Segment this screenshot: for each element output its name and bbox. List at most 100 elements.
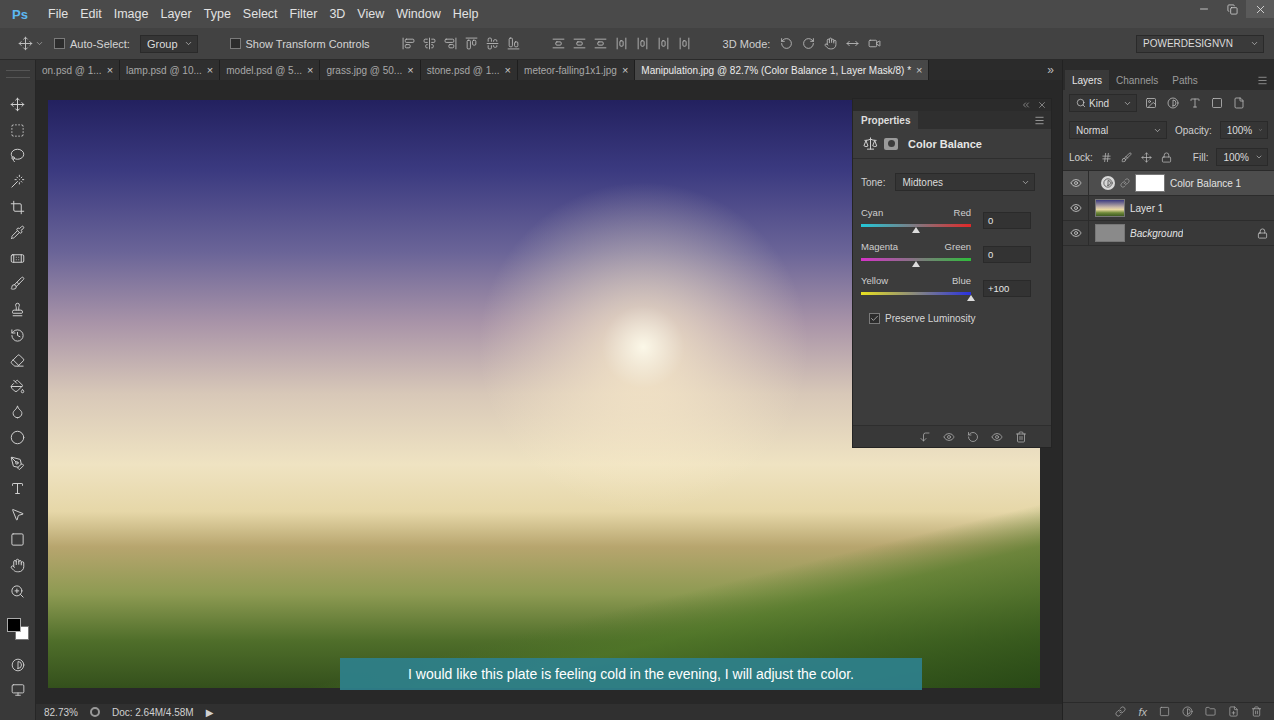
slider-value[interactable]: 0 [983, 246, 1031, 263]
layer-style-button[interactable]: fx [1138, 706, 1147, 718]
document-tab[interactable]: stone.psd @ 1...× [421, 60, 518, 80]
document-tab[interactable]: on.psd @ 1...× [36, 60, 120, 80]
slider-thumb[interactable] [912, 261, 920, 267]
path-selection-tool[interactable] [5, 502, 31, 528]
layer-mask-thumbnail[interactable] [1135, 174, 1165, 192]
zoom-level[interactable]: 82.73% [44, 707, 78, 718]
menu-item[interactable]: Select [237, 5, 284, 23]
menu-item[interactable]: Help [447, 5, 485, 23]
visibility-toggle[interactable] [1063, 196, 1089, 220]
mask-icon[interactable] [884, 138, 898, 150]
tab-close-button[interactable]: × [107, 64, 113, 76]
tab-close-button[interactable]: × [207, 64, 213, 76]
show-transform-checkbox[interactable] [230, 38, 241, 49]
crop-tool[interactable] [5, 194, 31, 220]
eraser-tool[interactable] [5, 348, 31, 374]
minimize-button[interactable] [1190, 0, 1218, 18]
properties-tab[interactable]: Properties [853, 111, 918, 129]
panel-tab[interactable]: Paths [1165, 70, 1205, 90]
opacity-field[interactable]: 100% [1220, 121, 1268, 139]
menu-item[interactable]: Type [198, 5, 237, 23]
tab-close-button[interactable]: × [407, 64, 413, 76]
menu-item[interactable]: Image [108, 5, 155, 23]
preserve-luminosity-checkbox[interactable] [869, 313, 880, 324]
auto-select-checkbox[interactable] [54, 38, 65, 49]
menu-item[interactable]: Edit [74, 5, 108, 23]
blend-mode-dropdown[interactable]: Normal [1069, 121, 1167, 139]
restore-button[interactable] [1218, 0, 1246, 18]
foreground-color-swatch[interactable] [7, 618, 21, 632]
marquee-tool[interactable] [5, 118, 31, 144]
layer-name[interactable]: Background [1130, 228, 1183, 239]
dodge-tool[interactable] [5, 425, 31, 451]
quick-mask-button[interactable] [5, 652, 31, 678]
tone-dropdown[interactable]: Midtones [895, 173, 1035, 191]
slider-track[interactable] [861, 258, 971, 261]
slider-value[interactable]: +100 [983, 280, 1031, 297]
tool-preset[interactable] [18, 36, 44, 51]
tab-close-button[interactable]: × [622, 64, 628, 76]
tabs-overflow-button[interactable]: » [1039, 60, 1062, 80]
document-tab[interactable]: Manipulation.jpg @ 82.7% (Color Balance … [635, 60, 929, 80]
slider-thumb[interactable] [967, 295, 975, 301]
layer-thumbnail[interactable] [1095, 224, 1125, 242]
hand-tool[interactable] [5, 553, 31, 579]
type-tool[interactable] [5, 476, 31, 502]
workspace-dropdown[interactable]: POWERDESIGNVN [1136, 35, 1264, 53]
tab-close-button[interactable]: × [307, 64, 313, 76]
layer-thumbnail[interactable] [1095, 199, 1125, 217]
clone-stamp-tool[interactable] [5, 297, 31, 323]
slider-track[interactable] [861, 224, 971, 227]
auto-select-dropdown[interactable]: Group [140, 35, 198, 53]
menu-item[interactable]: Filter [284, 5, 324, 23]
filter-kind-dropdown[interactable]: Kind [1069, 94, 1137, 112]
layer-row[interactable]: Color Balance 1 [1063, 171, 1274, 196]
document-tab[interactable]: model.psd @ 5...× [220, 60, 320, 80]
toolbar-grip[interactable] [6, 70, 30, 78]
panel-menu[interactable] [1257, 70, 1274, 90]
document-tab[interactable]: lamp.psd @ 10...× [120, 60, 220, 80]
panel-tab[interactable]: Layers [1065, 70, 1109, 90]
menu-item[interactable]: 3D [323, 5, 351, 23]
history-brush-tool[interactable] [5, 322, 31, 348]
healing-brush-tool[interactable] [5, 246, 31, 272]
status-menu-arrow[interactable]: ▶ [206, 707, 214, 718]
shape-tool[interactable] [5, 527, 31, 553]
quick-select-tool[interactable] [5, 169, 31, 195]
show-transform-option[interactable]: Show Transform Controls [230, 38, 370, 50]
layer-name[interactable]: Layer 1 [1130, 203, 1163, 214]
panel-tab[interactable]: Channels [1109, 70, 1165, 90]
zoom-tool[interactable] [5, 578, 31, 604]
menu-item[interactable]: Layer [154, 5, 197, 23]
close-button[interactable] [1246, 0, 1274, 18]
blur-tool[interactable] [5, 399, 31, 425]
distribute-top-icon [552, 37, 565, 50]
visibility-toggle[interactable] [1063, 221, 1089, 245]
document-tab[interactable]: grass.jpg @ 50...× [320, 60, 420, 80]
eyedropper-tool[interactable] [5, 220, 31, 246]
slider-track[interactable] [861, 292, 971, 295]
layer-row[interactable]: Background [1063, 221, 1274, 246]
color-swatches[interactable] [5, 616, 31, 642]
gradient-tool[interactable] [5, 374, 31, 400]
dodge-tool-icon [10, 430, 25, 445]
fill-field[interactable]: 100% [1216, 148, 1268, 166]
screen-mode-button[interactable] [5, 677, 31, 703]
preserve-luminosity-option[interactable]: Preserve Luminosity [861, 313, 1043, 324]
menu-item[interactable]: View [351, 5, 390, 23]
slider-thumb[interactable] [912, 227, 920, 233]
slider-value[interactable]: 0 [983, 212, 1031, 229]
brush-tool[interactable] [5, 271, 31, 297]
auto-select-option[interactable]: Auto-Select: [54, 38, 130, 50]
tab-close-button[interactable]: × [916, 64, 922, 76]
move-tool[interactable] [5, 92, 31, 118]
document-tab[interactable]: meteor-falling1x1.jpg× [518, 60, 635, 80]
layer-name[interactable]: Color Balance 1 [1170, 178, 1241, 189]
pen-tool[interactable] [5, 450, 31, 476]
visibility-toggle[interactable] [1063, 171, 1089, 195]
menu-item[interactable]: File [42, 5, 74, 23]
menu-item[interactable]: Window [390, 5, 446, 23]
tab-close-button[interactable]: × [505, 64, 511, 76]
lasso-tool[interactable] [5, 143, 31, 169]
layer-row[interactable]: Layer 1 [1063, 196, 1274, 221]
